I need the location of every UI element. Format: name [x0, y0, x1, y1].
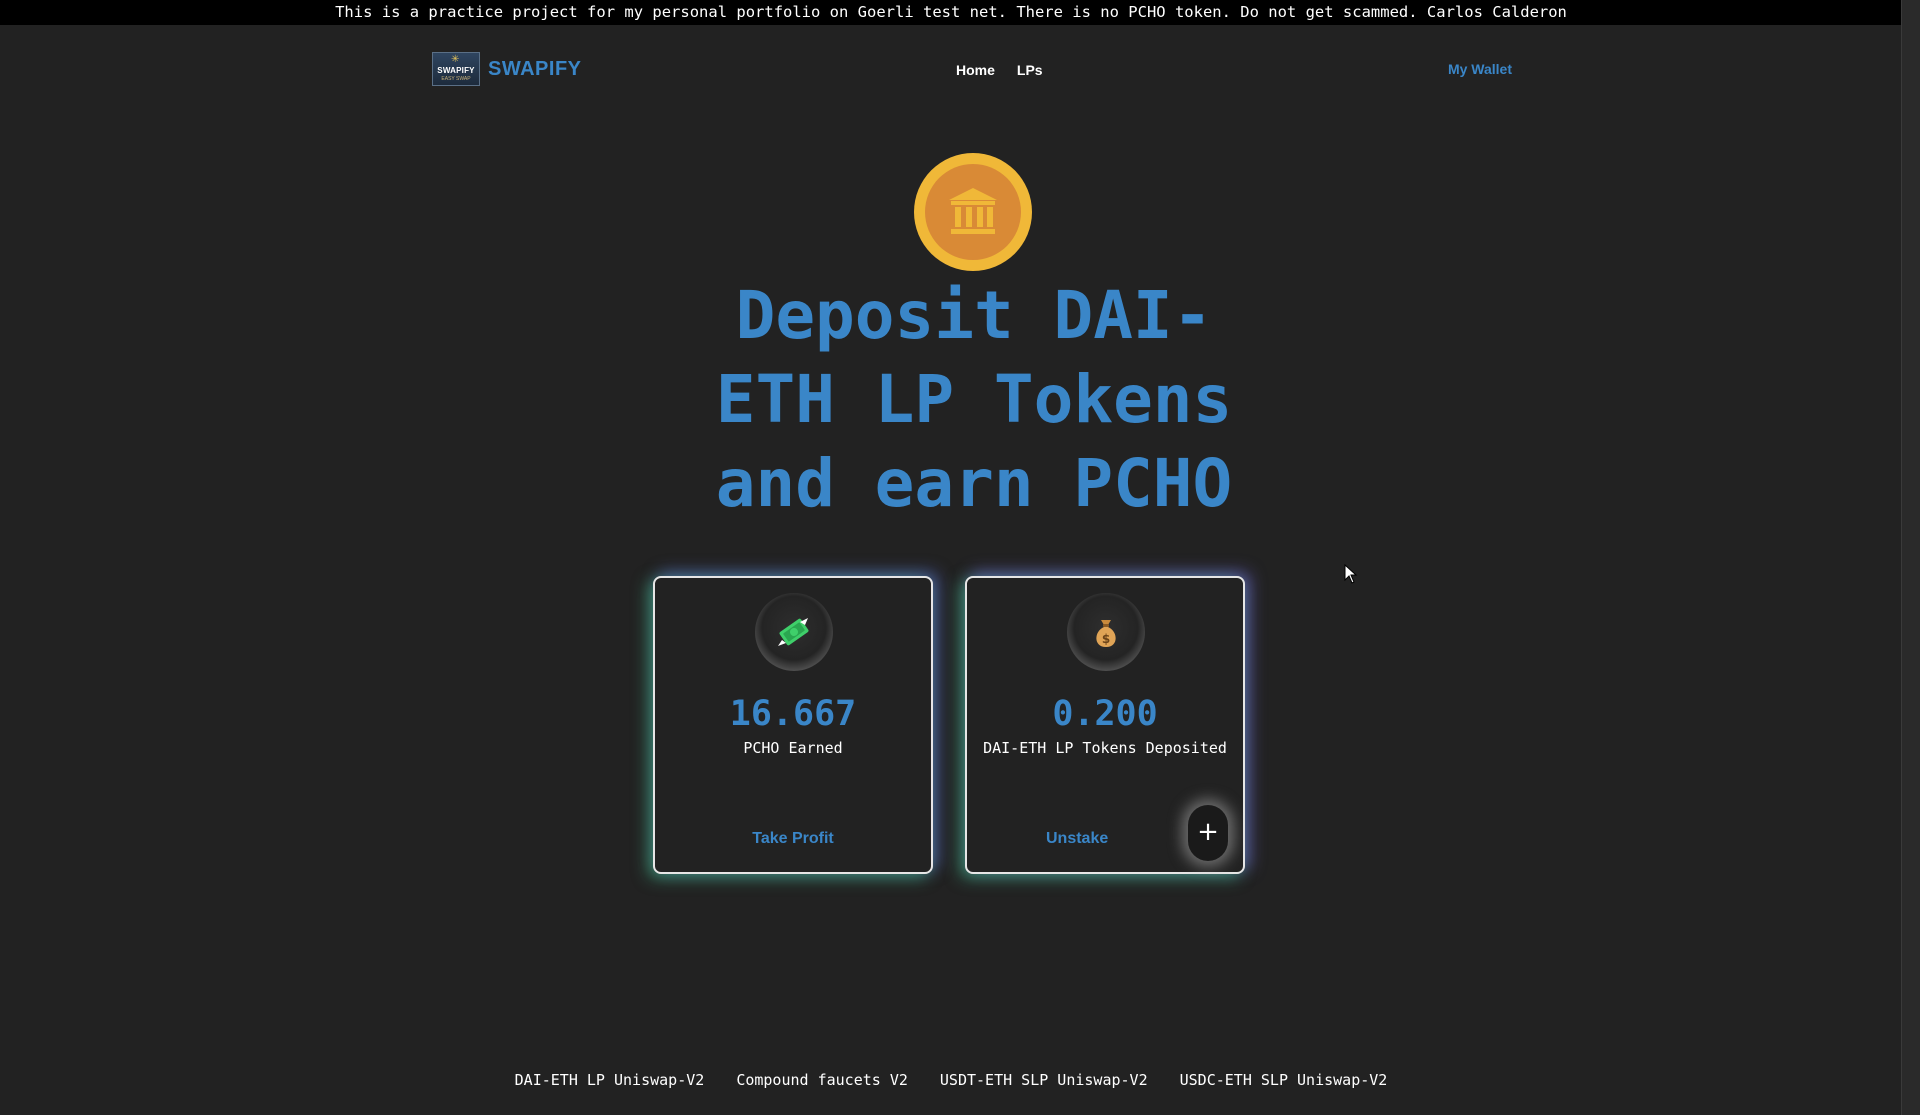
nav-lps[interactable]: LPs: [1017, 62, 1043, 78]
logo-word: SWAPIFY: [437, 66, 475, 75]
unstake-button[interactable]: Unstake: [1046, 830, 1108, 848]
footer-link-dai-eth[interactable]: DAI-ETH LP Uniswap-V2: [515, 1071, 705, 1089]
logo-image: ✳ SWAPIFY EASY SWAP: [432, 52, 480, 86]
mouse-cursor-icon: [1344, 563, 1358, 589]
title-line-2: ETH LP Tokens: [715, 361, 1233, 438]
disclaimer-text: This is a practice project for my person…: [335, 3, 1567, 21]
pcho-earned-label: PCHO Earned: [743, 739, 843, 757]
page-title: Deposit DAI- ETH LP Tokens and earn PCHO: [560, 274, 1388, 526]
sparkle-icon: ✳: [451, 54, 460, 65]
pcho-earned-card: 16.667 PCHO Earned Take Profit: [653, 576, 933, 874]
add-stake-button[interactable]: +: [1188, 805, 1228, 861]
bank-icon: [914, 153, 1032, 271]
lp-deposited-value: 0.200: [1052, 694, 1158, 734]
my-wallet-button[interactable]: My Wallet: [1448, 61, 1512, 77]
pcho-earned-value: 16.667: [729, 694, 857, 734]
title-line-1: Deposit DAI-: [735, 277, 1213, 354]
footer-link-usdt-eth[interactable]: USDT-ETH SLP Uniswap-V2: [940, 1071, 1148, 1089]
take-profit-button[interactable]: Take Profit: [655, 830, 931, 848]
money-with-wings-icon: [755, 593, 833, 671]
lp-deposited-label: DAI-ETH LP Tokens Deposited: [983, 739, 1227, 757]
title-line-3: and earn PCHO: [715, 445, 1233, 522]
nav-home[interactable]: Home: [956, 62, 995, 78]
footer-link-compound-faucets[interactable]: Compound faucets V2: [736, 1071, 908, 1089]
main-nav: Home LPs: [956, 62, 1043, 78]
brand-logo-link[interactable]: ✳ SWAPIFY EASY SWAP SWAPIFY: [432, 52, 582, 86]
lp-deposited-card: $ 0.200 DAI-ETH LP Tokens Deposited Unst…: [965, 576, 1245, 874]
money-bag-icon: $: [1067, 593, 1145, 671]
footer-link-usdc-eth[interactable]: USDC-ETH SLP Uniswap-V2: [1180, 1071, 1388, 1089]
footer-links: DAI-ETH LP Uniswap-V2 Compound faucets V…: [0, 1071, 1902, 1089]
logo-tagline: EASY SWAP: [441, 76, 471, 82]
page-scrollbar[interactable]: [1901, 0, 1920, 1115]
disclaimer-banner: This is a practice project for my person…: [0, 0, 1902, 25]
brand-name: SWAPIFY: [488, 57, 582, 80]
svg-text:$: $: [1102, 632, 1110, 646]
